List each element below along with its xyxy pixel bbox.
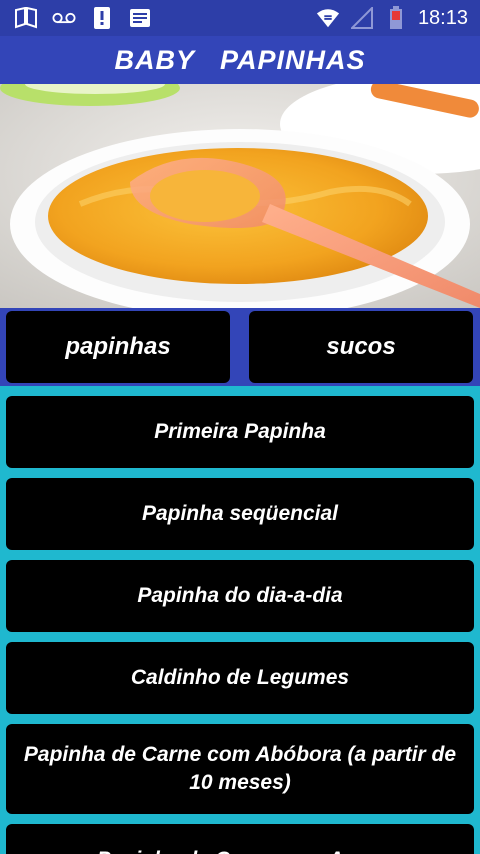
battery-icon: [384, 6, 408, 30]
signal-icon: [350, 6, 374, 30]
recipe-primeira-papinha[interactable]: Primeira Papinha: [6, 396, 474, 468]
voicemail-icon: [52, 6, 76, 30]
status-bar: 18:13: [0, 0, 480, 36]
recipe-carne-abobora[interactable]: Papinha de Carne com Abóbora (a partir d…: [6, 724, 474, 814]
clock: 18:13: [417, 6, 468, 29]
app-bar: BABY PAPINHAS: [0, 36, 480, 84]
alert-icon: [90, 6, 114, 30]
app-title: BABY PAPINHAS: [114, 44, 366, 75]
book-icon: [14, 6, 38, 30]
recipe-papinha-sequencial[interactable]: Papinha seqüencial: [6, 478, 474, 550]
tab-sucos[interactable]: sucos: [249, 311, 473, 383]
recipe-list[interactable]: Primeira Papinha Papinha seqüencial Papi…: [0, 386, 480, 854]
tab-papinhas[interactable]: papinhas: [6, 311, 230, 383]
recipe-carne-arroz[interactable]: Papinha de Carne com Arroz: [6, 824, 474, 854]
wifi-icon: [316, 6, 340, 30]
category-tabs: papinhas sucos: [0, 308, 480, 386]
recipe-papinha-dia-a-dia[interactable]: Papinha do dia-a-dia: [6, 560, 474, 632]
hero-image: [0, 84, 480, 308]
news-icon: [128, 6, 152, 30]
recipe-caldinho-legumes[interactable]: Caldinho de Legumes: [6, 642, 474, 714]
